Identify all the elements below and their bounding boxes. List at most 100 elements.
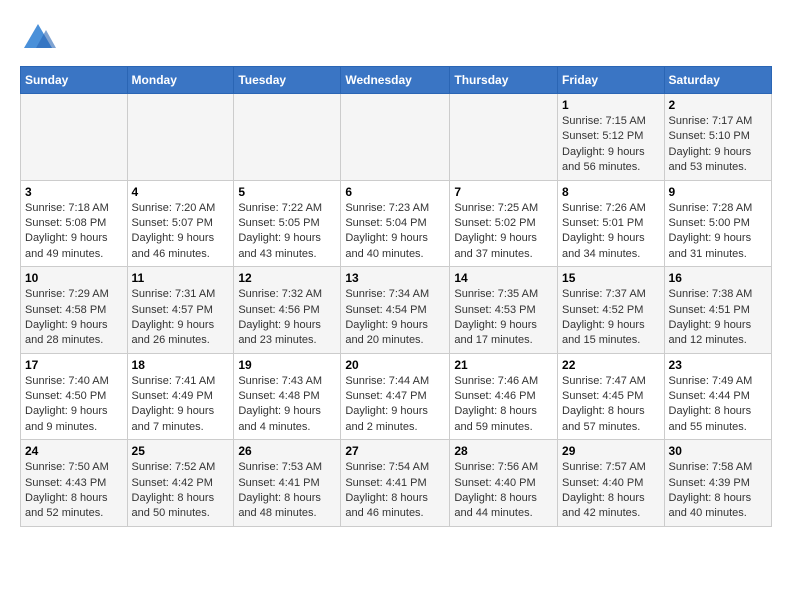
day-number: 10 (25, 271, 123, 285)
day-info: Sunrise: 7:18 AM Sunset: 5:08 PM Dayligh… (25, 201, 123, 263)
calendar-cell (341, 94, 450, 181)
day-info: Sunrise: 7:46 AM Sunset: 4:46 PM Dayligh… (454, 374, 553, 436)
day-info: Sunrise: 7:28 AM Sunset: 5:00 PM Dayligh… (669, 201, 767, 263)
week-row-3: 10 Sunrise: 7:29 AM Sunset: 4:58 PM Dayli… (21, 267, 772, 354)
logo-icon (20, 20, 56, 56)
day-number: 5 (238, 185, 336, 199)
calendar-cell: 11Sunrise: 7:31 AM Sunset: 4:57 PM Dayli… (127, 267, 234, 354)
calendar-cell (450, 94, 558, 181)
calendar-cell: 10 Sunrise: 7:29 AM Sunset: 4:58 PM Dayli… (21, 267, 128, 354)
calendar-cell: 6 Sunrise: 7:23 AM Sunset: 5:04 PM Daylig… (341, 180, 450, 267)
day-number: 9 (669, 185, 767, 199)
calendar-cell: 28 Sunrise: 7:56 AM Sunset: 4:40 PM Dayli… (450, 440, 558, 527)
weekday-header-saturday: Saturday (664, 67, 771, 94)
calendar-cell: 29Sunrise: 7:57 AM Sunset: 4:40 PM Dayli… (558, 440, 665, 527)
day-number: 17 (25, 358, 123, 372)
day-number: 15 (562, 271, 660, 285)
day-number: 25 (132, 444, 230, 458)
day-number: 26 (238, 444, 336, 458)
calendar-cell: 19Sunrise: 7:43 AM Sunset: 4:48 PM Dayli… (234, 353, 341, 440)
day-info: Sunrise: 7:40 AM Sunset: 4:50 PM Dayligh… (25, 374, 123, 436)
week-row-2: 3 Sunrise: 7:18 AM Sunset: 5:08 PM Daylig… (21, 180, 772, 267)
weekday-header-tuesday: Tuesday (234, 67, 341, 94)
day-info: Sunrise: 7:56 AM Sunset: 4:40 PM Dayligh… (454, 460, 553, 522)
calendar-cell (127, 94, 234, 181)
calendar-cell: 23 Sunrise: 7:49 AM Sunset: 4:44 PM Dayli… (664, 353, 771, 440)
day-number: 3 (25, 185, 123, 199)
day-number: 20 (345, 358, 445, 372)
day-info: Sunrise: 7:15 AM Sunset: 5:12 PM Dayligh… (562, 114, 660, 176)
day-info: Sunrise: 7:20 AM Sunset: 5:07 PM Dayligh… (132, 201, 230, 263)
calendar-cell: 22 Sunrise: 7:47 AM Sunset: 4:45 PM Dayli… (558, 353, 665, 440)
calendar-cell: 2 Sunrise: 7:17 AM Sunset: 5:10 PM Daylig… (664, 94, 771, 181)
day-info: Sunrise: 7:29 AM Sunset: 4:58 PM Dayligh… (25, 287, 123, 349)
day-number: 27 (345, 444, 445, 458)
calendar-cell: 17 Sunrise: 7:40 AM Sunset: 4:50 PM Dayli… (21, 353, 128, 440)
weekday-header-friday: Friday (558, 67, 665, 94)
day-number: 18 (132, 358, 230, 372)
day-number: 2 (669, 98, 767, 112)
calendar-cell: 8 Sunrise: 7:26 AM Sunset: 5:01 PM Daylig… (558, 180, 665, 267)
calendar-cell: 4 Sunrise: 7:20 AM Sunset: 5:07 PM Daylig… (127, 180, 234, 267)
weekday-header-row: SundayMondayTuesdayWednesdayThursdayFrid… (21, 67, 772, 94)
day-info: Sunrise: 7:44 AM Sunset: 4:47 PM Dayligh… (345, 374, 445, 436)
calendar-cell (21, 94, 128, 181)
calendar-cell: 15 Sunrise: 7:37 AM Sunset: 4:52 PM Dayli… (558, 267, 665, 354)
day-number: 28 (454, 444, 553, 458)
day-info: Sunrise: 7:31 AM Sunset: 4:57 PM Dayligh… (132, 287, 230, 349)
day-number: 22 (562, 358, 660, 372)
weekday-header-thursday: Thursday (450, 67, 558, 94)
calendar-cell: 30 Sunrise: 7:58 AM Sunset: 4:39 PM Dayli… (664, 440, 771, 527)
day-info: Sunrise: 7:38 AM Sunset: 4:51 PM Dayligh… (669, 287, 767, 349)
day-number: 30 (669, 444, 767, 458)
day-info: Sunrise: 7:23 AM Sunset: 5:04 PM Dayligh… (345, 201, 445, 263)
calendar-cell: 24 Sunrise: 7:50 AM Sunset: 4:43 PM Dayli… (21, 440, 128, 527)
day-info: Sunrise: 7:43 AM Sunset: 4:48 PM Dayligh… (238, 374, 336, 436)
day-info: Sunrise: 7:37 AM Sunset: 4:52 PM Dayligh… (562, 287, 660, 349)
calendar-cell: 12 Sunrise: 7:32 AM Sunset: 4:56 PM Dayli… (234, 267, 341, 354)
day-info: Sunrise: 7:34 AM Sunset: 4:54 PM Dayligh… (345, 287, 445, 349)
calendar-cell: 27 Sunrise: 7:54 AM Sunset: 4:41 PM Dayli… (341, 440, 450, 527)
weekday-header-sunday: Sunday (21, 67, 128, 94)
day-info: Sunrise: 7:35 AM Sunset: 4:53 PM Dayligh… (454, 287, 553, 349)
weekday-header-wednesday: Wednesday (341, 67, 450, 94)
day-info: Sunrise: 7:50 AM Sunset: 4:43 PM Dayligh… (25, 460, 123, 522)
calendar-cell: 21 Sunrise: 7:46 AM Sunset: 4:46 PM Dayli… (450, 353, 558, 440)
week-row-1: 1Sunrise: 7:15 AM Sunset: 5:12 PM Daylig… (21, 94, 772, 181)
calendar-cell (234, 94, 341, 181)
day-info: Sunrise: 7:22 AM Sunset: 5:05 PM Dayligh… (238, 201, 336, 263)
day-info: Sunrise: 7:53 AM Sunset: 4:41 PM Dayligh… (238, 460, 336, 522)
day-info: Sunrise: 7:26 AM Sunset: 5:01 PM Dayligh… (562, 201, 660, 263)
day-info: Sunrise: 7:54 AM Sunset: 4:41 PM Dayligh… (345, 460, 445, 522)
day-info: Sunrise: 7:52 AM Sunset: 4:42 PM Dayligh… (132, 460, 230, 522)
day-number: 21 (454, 358, 553, 372)
day-number: 16 (669, 271, 767, 285)
day-number: 24 (25, 444, 123, 458)
day-info: Sunrise: 7:58 AM Sunset: 4:39 PM Dayligh… (669, 460, 767, 522)
calendar-cell: 26 Sunrise: 7:53 AM Sunset: 4:41 PM Dayli… (234, 440, 341, 527)
day-number: 29 (562, 444, 660, 458)
calendar-cell: 9 Sunrise: 7:28 AM Sunset: 5:00 PM Daylig… (664, 180, 771, 267)
day-info: Sunrise: 7:49 AM Sunset: 4:44 PM Dayligh… (669, 374, 767, 436)
week-row-5: 24 Sunrise: 7:50 AM Sunset: 4:43 PM Dayli… (21, 440, 772, 527)
logo (20, 20, 60, 56)
day-number: 7 (454, 185, 553, 199)
calendar-cell: 20 Sunrise: 7:44 AM Sunset: 4:47 PM Dayli… (341, 353, 450, 440)
day-number: 12 (238, 271, 336, 285)
day-number: 6 (345, 185, 445, 199)
calendar-cell: 3 Sunrise: 7:18 AM Sunset: 5:08 PM Daylig… (21, 180, 128, 267)
calendar-cell: 5 Sunrise: 7:22 AM Sunset: 5:05 PM Daylig… (234, 180, 341, 267)
calendar-cell: 7Sunrise: 7:25 AM Sunset: 5:02 PM Daylig… (450, 180, 558, 267)
day-info: Sunrise: 7:32 AM Sunset: 4:56 PM Dayligh… (238, 287, 336, 349)
day-number: 8 (562, 185, 660, 199)
calendar-cell: 25 Sunrise: 7:52 AM Sunset: 4:42 PM Dayli… (127, 440, 234, 527)
day-info: Sunrise: 7:17 AM Sunset: 5:10 PM Dayligh… (669, 114, 767, 176)
day-number: 23 (669, 358, 767, 372)
day-number: 13 (345, 271, 445, 285)
calendar-cell: 16 Sunrise: 7:38 AM Sunset: 4:51 PM Dayli… (664, 267, 771, 354)
day-number: 4 (132, 185, 230, 199)
calendar-cell: 18Sunrise: 7:41 AM Sunset: 4:49 PM Dayli… (127, 353, 234, 440)
calendar-cell: 14Sunrise: 7:35 AM Sunset: 4:53 PM Dayli… (450, 267, 558, 354)
weekday-header-monday: Monday (127, 67, 234, 94)
day-info: Sunrise: 7:47 AM Sunset: 4:45 PM Dayligh… (562, 374, 660, 436)
